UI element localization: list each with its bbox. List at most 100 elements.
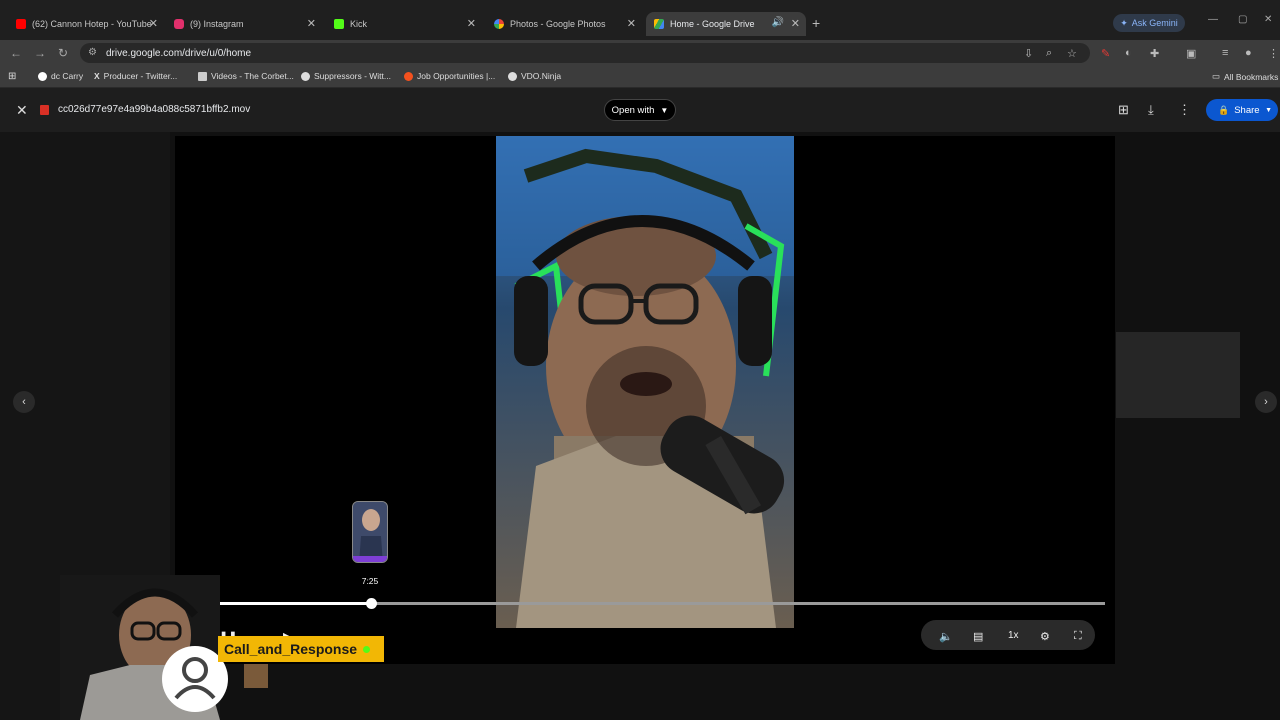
open-with-button[interactable]: Open with ▼ bbox=[604, 99, 676, 121]
volume-icon[interactable]: 🔈 bbox=[939, 630, 953, 643]
bookmark-item[interactable]: dc Carry bbox=[38, 71, 83, 81]
close-icon[interactable]: ✕ bbox=[467, 17, 476, 30]
settings-gear-icon[interactable]: ⚙ bbox=[1040, 630, 1050, 643]
tab-title: Photos - Google Photos bbox=[510, 19, 606, 29]
hover-time-label: 7:25 bbox=[361, 576, 379, 586]
x-logo-icon: X bbox=[94, 71, 100, 81]
extension-pen-icon[interactable]: ✎ bbox=[1101, 47, 1110, 60]
fullscreen-icon[interactable]: ⛶ bbox=[1074, 630, 1082, 643]
ask-gemini-button[interactable]: ✦ Ask Gemini bbox=[1113, 14, 1185, 32]
bookmark-label: Producer - Twitter... bbox=[103, 71, 178, 81]
new-tab-button[interactable]: + bbox=[812, 15, 820, 31]
tab-kick[interactable]: Kick ✕ bbox=[326, 12, 482, 36]
preview-image bbox=[353, 502, 387, 562]
bookmark-item[interactable]: X Producer - Twitter... bbox=[94, 71, 177, 81]
back-icon[interactable]: ← bbox=[10, 46, 22, 60]
bookmark-label: Videos - The Corbet... bbox=[211, 71, 294, 81]
video-player[interactable]: 7:25 ❚❚ ▶ 🔈 ▤ 1x ⚙ ⛶ bbox=[175, 136, 1115, 664]
tab-title: (62) Cannon Hotep - YouTube bbox=[32, 19, 152, 29]
globe-icon bbox=[301, 71, 310, 81]
viewer-header: ✕ cc026d77e97e4a99b4a088c5871bffb2.mov O… bbox=[0, 88, 1280, 132]
playback-speed-button[interactable]: 1x bbox=[1008, 630, 1019, 641]
video-file-icon bbox=[40, 105, 49, 115]
all-bookmarks[interactable]: ▭ All Bookmarks bbox=[1212, 71, 1278, 82]
close-icon[interactable]: ✕ bbox=[307, 17, 316, 30]
open-with-label: Open with bbox=[611, 104, 655, 116]
video-frame-image bbox=[496, 136, 794, 628]
bookmark-favicon-icon bbox=[404, 71, 413, 81]
google-drive-icon bbox=[654, 19, 664, 29]
scrub-preview-thumbnail bbox=[352, 501, 388, 563]
google-photos-icon bbox=[494, 19, 504, 29]
minimize-icon[interactable]: — bbox=[1208, 14, 1218, 25]
tab-google-drive[interactable]: Home - Google Drive 🔊 ✕ bbox=[646, 12, 806, 36]
chevron-down-icon: ▼ bbox=[660, 105, 669, 115]
add-comment-icon[interactable]: ⊞ bbox=[1118, 102, 1129, 118]
side-panel-icon[interactable]: ▣ bbox=[1186, 47, 1196, 60]
profile-avatar-icon[interactable]: ● bbox=[1245, 47, 1252, 59]
stream-badge: Call_and_Response bbox=[218, 636, 384, 662]
tab-google-photos[interactable]: Photos - Google Photos ✕ bbox=[486, 12, 642, 36]
chevron-down-icon[interactable]: ▼ bbox=[1265, 107, 1272, 114]
url-text: drive.google.com/drive/u/0/home bbox=[106, 47, 252, 59]
extension-icon[interactable]: ◐ bbox=[1125, 47, 1132, 59]
media-icon[interactable]: ≡ bbox=[1222, 47, 1228, 59]
tab-title: Home - Google Drive bbox=[670, 19, 755, 29]
progress-bar[interactable] bbox=[187, 598, 1105, 609]
reload-icon[interactable]: ↻ bbox=[58, 46, 68, 60]
bookmark-favicon-icon bbox=[38, 71, 47, 81]
bookmark-star-icon[interactable]: ☆ bbox=[1067, 47, 1077, 60]
share-label: Share bbox=[1234, 104, 1260, 116]
share-button[interactable]: 🔒 Share ▼ bbox=[1206, 99, 1278, 121]
tab-title: Kick bbox=[350, 19, 368, 29]
kick-icon bbox=[334, 19, 344, 29]
ask-gemini-label: Ask Gemini bbox=[1131, 18, 1178, 28]
progress-handle[interactable] bbox=[365, 598, 377, 609]
mini-thumbnail bbox=[244, 664, 268, 688]
previous-file-button[interactable]: ‹ bbox=[13, 391, 35, 413]
bookmark-item[interactable]: VDO.Ninja bbox=[508, 71, 561, 81]
file-name: cc026d77e97e4a99b4a088c5871bffb2.mov bbox=[58, 104, 251, 115]
bookmark-label: dc Carry bbox=[51, 71, 84, 81]
menu-kebab-icon[interactable]: ⋮ bbox=[1268, 47, 1279, 60]
instagram-icon bbox=[174, 19, 184, 29]
url-bar[interactable]: ⚙ drive.google.com/drive/u/0/home bbox=[80, 43, 1090, 63]
bookmark-item[interactable]: Videos - The Corbet... bbox=[198, 71, 294, 81]
close-icon[interactable]: ✕ bbox=[627, 17, 636, 30]
bookmark-item[interactable]: Suppressors - Witt... bbox=[301, 71, 391, 81]
close-icon[interactable]: ✕ bbox=[149, 17, 158, 30]
more-actions-icon[interactable]: ⋮ bbox=[1178, 102, 1191, 118]
address-bar-row: ← → ↻ ⚙ drive.google.com/drive/u/0/home … bbox=[0, 40, 1280, 66]
folder-icon: ▭ bbox=[1212, 71, 1221, 81]
download-icon[interactable]: ⤓ bbox=[1148, 102, 1154, 118]
bookmark-item[interactable]: Job Opportunities |... bbox=[404, 71, 495, 81]
zoom-icon[interactable]: ⌕ bbox=[1046, 47, 1052, 60]
video-frame bbox=[496, 136, 794, 628]
stream-badge-label: Call_and_Response bbox=[224, 641, 358, 657]
bookmark-label: VDO.Ninja bbox=[521, 71, 562, 81]
globe-icon bbox=[508, 71, 517, 81]
all-bookmarks-label: All Bookmarks bbox=[1224, 71, 1279, 82]
tab-title: (9) Instagram bbox=[190, 19, 244, 29]
install-icon[interactable]: ⇩ bbox=[1024, 47, 1033, 60]
site-info-icon[interactable]: ⚙ bbox=[88, 47, 97, 58]
captions-icon[interactable]: ▤ bbox=[973, 630, 983, 643]
tab-youtube[interactable]: (62) Cannon Hotep - YouTube ✕ bbox=[8, 12, 164, 36]
bookmark-label: Job Opportunities |... bbox=[417, 71, 496, 81]
apps-grid-icon[interactable]: ⊞ bbox=[8, 71, 16, 82]
forward-icon[interactable]: → bbox=[34, 46, 46, 60]
gemini-icon: ✦ bbox=[1120, 17, 1128, 28]
next-file-button[interactable]: › bbox=[1255, 391, 1277, 413]
tab-instagram[interactable]: (9) Instagram ✕ bbox=[166, 12, 322, 36]
speaker-icon[interactable]: 🔊 bbox=[772, 17, 784, 28]
lock-icon: 🔒 bbox=[1218, 104, 1230, 115]
close-icon[interactable]: ✕ bbox=[791, 17, 800, 30]
background-side-panel bbox=[1116, 332, 1240, 418]
maximize-icon[interactable]: ▢ bbox=[1238, 14, 1247, 25]
extensions-puzzle-icon[interactable]: ✚ bbox=[1150, 47, 1159, 60]
bookmarks-bar: ⊞ dc Carry X Producer - Twitter... Video… bbox=[0, 66, 1280, 88]
close-window-icon[interactable]: ✕ bbox=[1264, 14, 1272, 25]
live-dot-icon bbox=[363, 645, 371, 653]
bookmark-label: Suppressors - Witt... bbox=[314, 71, 391, 81]
close-icon[interactable]: ✕ bbox=[16, 102, 28, 119]
